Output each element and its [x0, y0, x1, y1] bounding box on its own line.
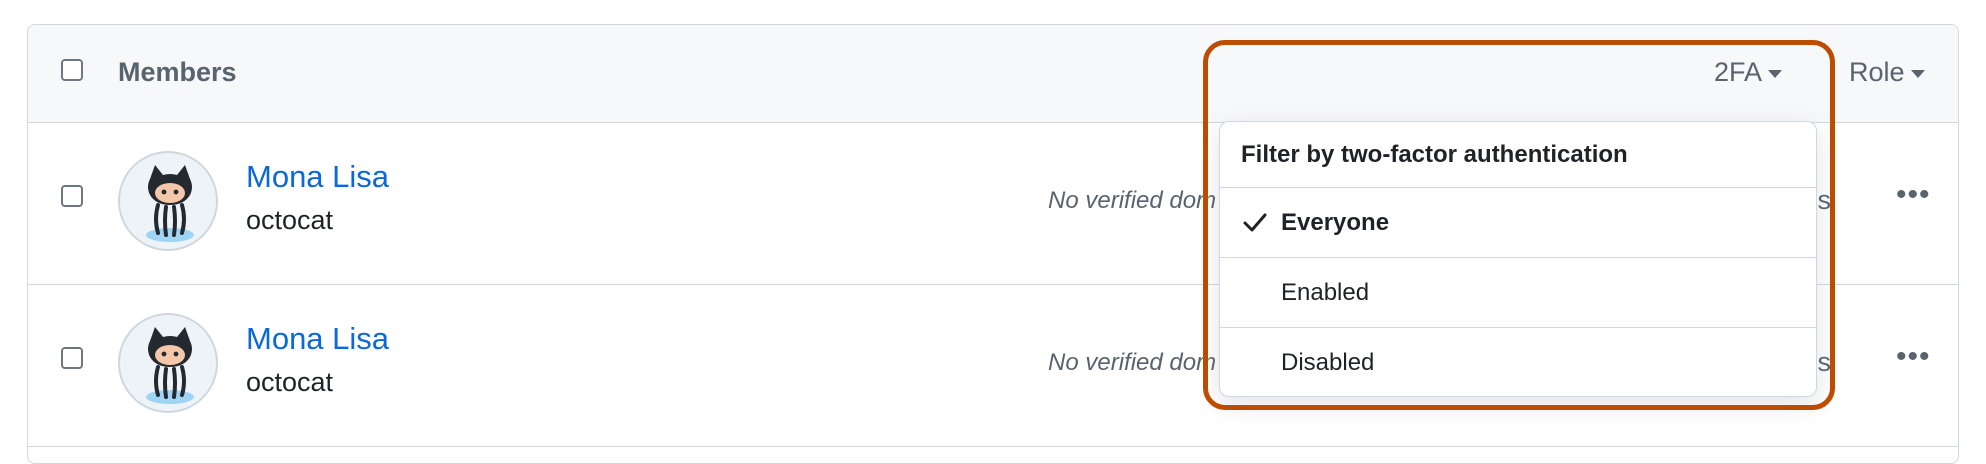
filter-option-label: Enabled — [1281, 279, 1370, 306]
member-checkbox[interactable] — [61, 185, 83, 207]
twofa-filter-menu: Filter by two-factor authentication Ever… — [1219, 121, 1817, 397]
triangle-down-icon — [1910, 69, 1925, 78]
triangle-down-icon — [1768, 69, 1783, 78]
filter-option-disabled[interactable]: Disabled — [1220, 328, 1816, 396]
filter-option-label: Disabled — [1281, 349, 1375, 376]
members-heading: Members — [118, 57, 237, 87]
member-login: octocat — [246, 367, 334, 397]
member-name-link[interactable]: Mona Lisa — [246, 159, 389, 195]
verified-domain-note: No verified dom — [1048, 187, 1217, 214]
kebab-horizontal-icon[interactable]: ••• — [1896, 342, 1931, 372]
octocat-avatar[interactable] — [118, 151, 218, 251]
role-filter-label: Role — [1849, 57, 1905, 87]
check-icon — [1243, 213, 1267, 232]
filter-menu-title: Filter by two-factor authentication — [1220, 122, 1816, 188]
twofa-filter-label: 2FA — [1714, 57, 1763, 87]
octocat-icon — [146, 327, 194, 404]
octocat-avatar[interactable] — [118, 313, 218, 413]
members-header: Members 2FA Role — [28, 25, 1958, 123]
filter-option-everyone[interactable]: Everyone — [1220, 188, 1816, 258]
member-checkbox[interactable] — [61, 347, 83, 369]
member-name-link[interactable]: Mona Lisa — [246, 321, 389, 357]
select-all-checkbox[interactable] — [61, 59, 83, 81]
twofa-filter-button[interactable]: 2FA — [1714, 57, 1783, 88]
filter-option-enabled[interactable]: Enabled — [1220, 258, 1816, 328]
octocat-icon — [146, 165, 194, 242]
kebab-horizontal-icon[interactable]: ••• — [1896, 180, 1931, 210]
member-login: octocat — [246, 205, 334, 235]
role-filter-button[interactable]: Role — [1849, 57, 1925, 88]
filter-option-label: Everyone — [1281, 209, 1390, 236]
verified-domain-note: No verified dom — [1048, 349, 1217, 376]
